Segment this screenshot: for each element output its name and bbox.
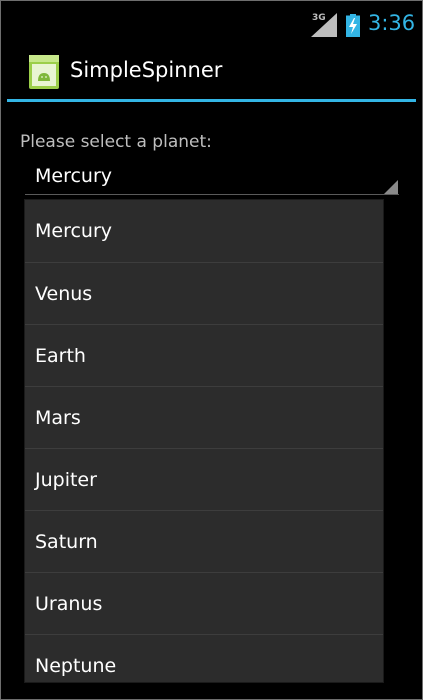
planet-dropdown-list[interactable]: Mercury Venus Earth Mars Jupiter Saturn … (25, 200, 383, 682)
android-app-icon[interactable] (29, 55, 59, 89)
dropdown-item-label: Jupiter (35, 468, 97, 491)
dropdown-item-label: Mercury (35, 220, 113, 242)
dropdown-item-label: Earth (35, 344, 86, 367)
spinner-selected-value: Mercury (35, 165, 113, 187)
clock: 3:36 (368, 11, 416, 35)
dropdown-arrow-icon (384, 180, 398, 194)
planet-prompt-label: Please select a planet: (20, 132, 212, 152)
dropdown-item-jupiter[interactable]: Jupiter (25, 449, 383, 511)
dropdown-item-uranus[interactable]: Uranus (25, 573, 383, 635)
dropdown-item-label: Uranus (35, 592, 103, 615)
dropdown-item-label: Venus (35, 282, 93, 305)
dropdown-item-label: Mars (35, 406, 81, 429)
dropdown-item-saturn[interactable]: Saturn (25, 511, 383, 573)
status-bar: 3G 3:36 (1, 1, 422, 49)
dropdown-item-earth[interactable]: Earth (25, 325, 383, 387)
dropdown-item-venus[interactable]: Venus (25, 263, 383, 325)
action-bar-divider (7, 99, 416, 102)
dropdown-item-label: Neptune (35, 654, 117, 677)
dropdown-item-mercury[interactable]: Mercury (25, 200, 383, 263)
action-bar: SimpleSpinner (1, 49, 422, 99)
dropdown-item-neptune[interactable]: Neptune (25, 635, 383, 682)
spinner-underline (25, 194, 399, 195)
network-type-label: 3G (312, 13, 326, 23)
battery-charging-icon (346, 14, 360, 37)
dropdown-item-label: Saturn (35, 530, 98, 553)
planet-spinner[interactable]: Mercury (25, 160, 399, 195)
app-title: SimpleSpinner (70, 58, 223, 82)
dropdown-item-mars[interactable]: Mars (25, 387, 383, 449)
